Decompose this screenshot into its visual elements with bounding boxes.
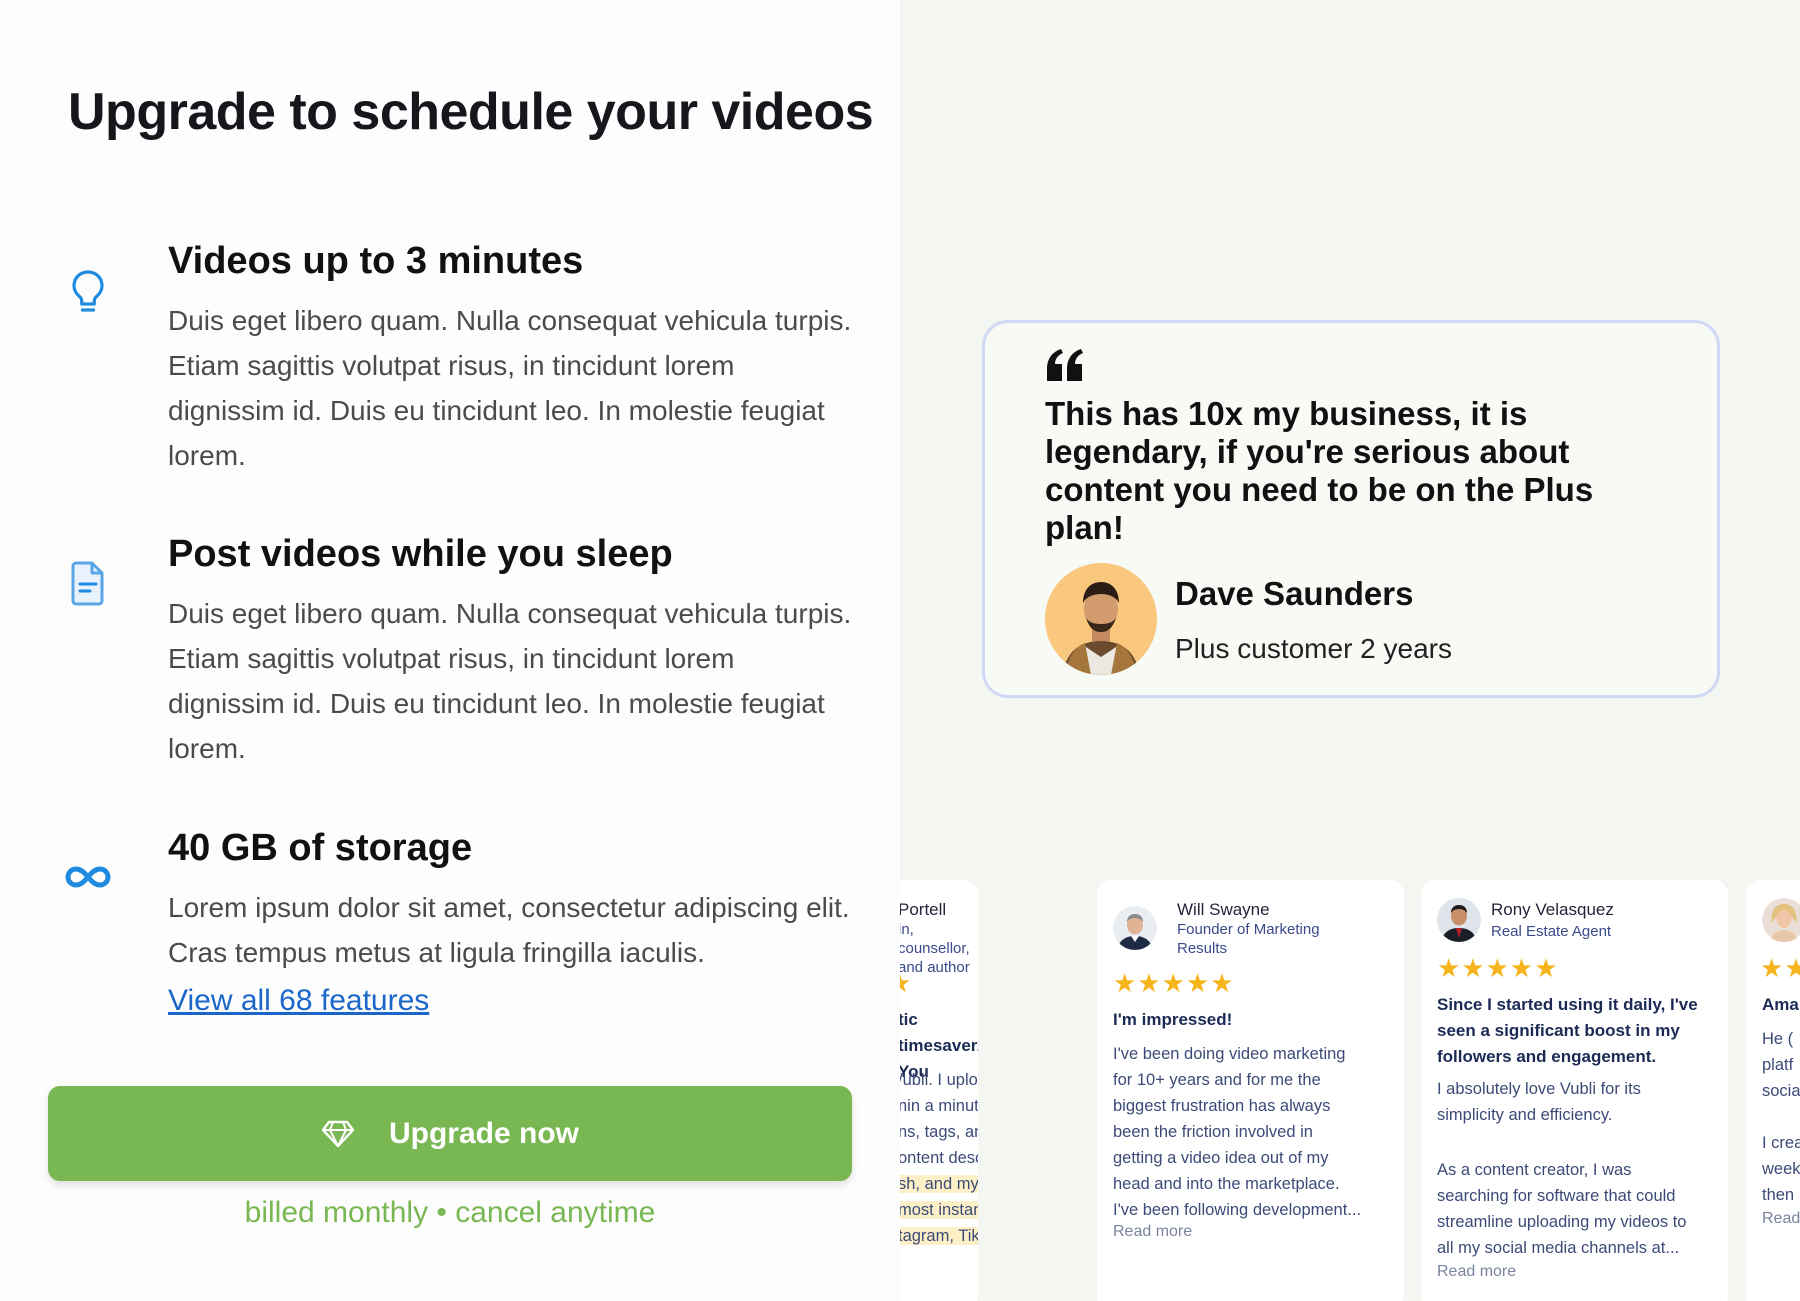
upgrade-panel: Upgrade to schedule your videos Videos u… bbox=[0, 0, 900, 1301]
quote-icon bbox=[1047, 349, 1083, 381]
read-more-link[interactable]: Read more bbox=[1113, 1223, 1192, 1241]
review-body-continued: I crea week then bbox=[1762, 1134, 1800, 1204]
testimonials-panel: This has 10x my business, it is legendar… bbox=[900, 0, 1800, 1301]
view-all-features-link[interactable]: View all 68 features bbox=[168, 984, 429, 1018]
testimonial-author: Dave Saunders bbox=[1175, 575, 1414, 612]
review-title: Since I started using it daily, I've see… bbox=[1437, 995, 1698, 1066]
review-body: I've been doing video marketing for 10+ … bbox=[1113, 1045, 1362, 1219]
reviewer-name: Will Swayne bbox=[1177, 900, 1270, 919]
read-more-link[interactable]: Read more bbox=[1437, 1263, 1516, 1281]
reviewer-name: Rony Velasquez bbox=[1491, 900, 1614, 919]
reviewer-role: Real Estate Agent bbox=[1491, 923, 1612, 940]
reviewer-avatar bbox=[1113, 906, 1157, 950]
read-more-link[interactable]: Read bbox=[1762, 1210, 1800, 1228]
review-title: I'm impressed! bbox=[1113, 1010, 1233, 1029]
review-card: ★★ Ama He ( platf socia I crea week then… bbox=[1746, 880, 1800, 1301]
upgrade-now-button[interactable]: Upgrade now bbox=[48, 1086, 852, 1181]
feature-description: Duis eget libero quam. Nulla consequat v… bbox=[168, 305, 852, 471]
lightbulb-icon bbox=[72, 270, 104, 312]
review-body: /ubli. I uploaded my nin a minute, I had… bbox=[900, 1067, 978, 1249]
upgrade-now-label: Upgrade now bbox=[388, 1116, 579, 1150]
reviewer-avatar bbox=[1762, 898, 1800, 942]
review-card: Will Swayne Founder of Marketing Results… bbox=[1097, 880, 1404, 1301]
reviewer-name: Portell bbox=[900, 900, 947, 919]
review-body: He ( platf socia bbox=[1762, 1030, 1800, 1100]
star-rating: ★★ bbox=[1760, 953, 1800, 983]
reviewer-avatar bbox=[1437, 898, 1481, 942]
feature-description: Duis eget libero quam. Nulla consequat v… bbox=[168, 598, 852, 764]
star-rating: ★★★★★ bbox=[1437, 953, 1559, 983]
reviewer-role: Founder of Marketing Results bbox=[1177, 921, 1320, 957]
billing-note: billed monthly • cancel anytime bbox=[244, 1196, 656, 1229]
feature-heading: Videos up to 3 minutes bbox=[168, 240, 584, 282]
review-card: Rony Velasquez Real Estate Agent ★★★★★ S… bbox=[1421, 880, 1728, 1301]
testimonial-role: Plus customer 2 years bbox=[1175, 633, 1452, 664]
document-icon bbox=[71, 561, 104, 606]
review-body: I absolutely love Vubli for its simplici… bbox=[1437, 1080, 1641, 1124]
feature-heading: Post videos while you sleep bbox=[168, 533, 673, 575]
feature-heading: 40 GB of storage bbox=[168, 827, 473, 869]
diamond-icon bbox=[321, 1120, 355, 1147]
testimonial-card: This has 10x my business, it is legendar… bbox=[982, 320, 1720, 698]
review-card: Portell in, counsellor, and author ★ tic… bbox=[900, 880, 978, 1301]
testimonial-quote: This has 10x my business, it is legendar… bbox=[1045, 395, 1594, 546]
feature-description: Lorem ipsum dolor sit amet, consectetur … bbox=[168, 892, 850, 968]
star-rating: ★ bbox=[900, 968, 912, 999]
review-title: Ama bbox=[1762, 995, 1799, 1014]
star-rating: ★★★★★ bbox=[1113, 968, 1235, 998]
page-title: Upgrade to schedule your videos bbox=[68, 83, 874, 141]
review-body-continued: As a content creator, I was searching fo… bbox=[1437, 1161, 1687, 1257]
avatar bbox=[1045, 563, 1157, 675]
infinity-icon bbox=[65, 866, 111, 888]
